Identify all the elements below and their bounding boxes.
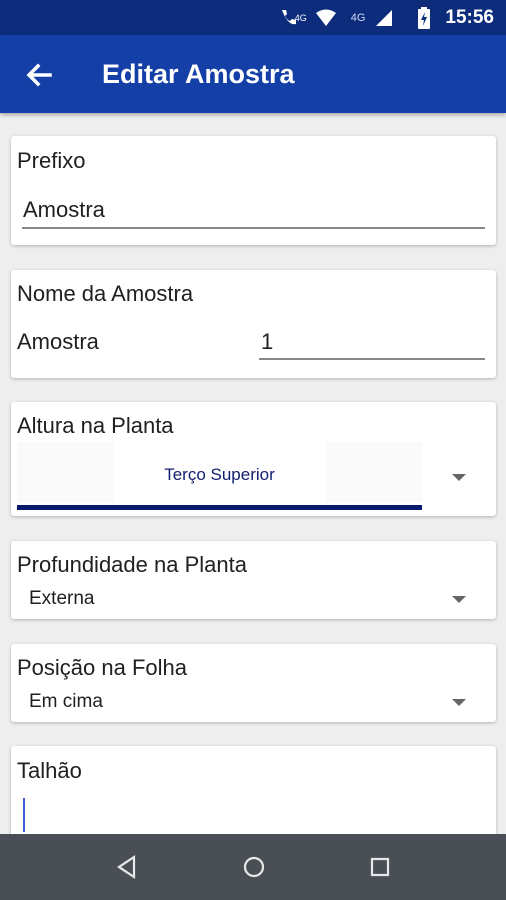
chevron-down-icon[interactable] <box>452 474 466 481</box>
network-type-label-2: 4G <box>350 11 366 24</box>
wifi-icon <box>315 7 337 29</box>
network-type-label: 4G <box>294 12 307 23</box>
sample-number-input[interactable]: 1 <box>261 329 273 355</box>
sample-number-underline <box>259 358 485 360</box>
nav-back-button[interactable] <box>112 851 144 883</box>
profundidade-label: Profundidade na Planta <box>17 552 247 577</box>
prefixo-label: Prefixo <box>17 148 86 173</box>
profundidade-selected: Externa <box>29 588 95 609</box>
altura-accent-line <box>17 505 422 510</box>
altura-card: Altura na Planta Terço Superior <box>11 402 496 516</box>
back-button[interactable] <box>22 58 56 92</box>
talhao-label: Talhão <box>17 758 82 783</box>
back-triangle-icon <box>117 854 136 880</box>
nav-recents-button[interactable] <box>364 851 396 883</box>
chevron-down-icon[interactable] <box>452 596 466 603</box>
nome-card: Nome da Amostra Amostra 1 <box>11 270 496 378</box>
recents-square-icon <box>370 857 390 877</box>
prefixo-card: Prefixo Amostra <box>11 136 496 245</box>
battery-charging-icon <box>413 6 435 29</box>
posicao-label: Posição na Folha <box>17 655 187 680</box>
system-nav-bar <box>0 834 506 900</box>
altura-label: Altura na Planta <box>17 413 174 438</box>
talhao-input[interactable] <box>23 796 483 834</box>
chevron-down-icon[interactable] <box>452 699 466 706</box>
altura-selected-text: Terço Superior <box>164 465 275 484</box>
status-time: 15:56 <box>445 6 494 28</box>
nav-home-button[interactable] <box>238 851 270 883</box>
text-cursor <box>23 798 25 832</box>
app-toolbar: Editar Amostra <box>0 35 506 113</box>
prefixo-input[interactable]: Amostra <box>23 197 105 223</box>
home-circle-icon <box>243 856 265 878</box>
page-title: Editar Amostra <box>102 59 295 89</box>
posicao-card[interactable]: Posição na Folha Em cima <box>11 644 496 722</box>
prefixo-underline <box>22 227 485 229</box>
form-scroll-area[interactable]: Prefixo Amostra Nome da Amostra Amostra … <box>0 113 506 834</box>
status-bar: 4G 4G 15:56 <box>0 0 506 35</box>
signal-icon <box>373 7 395 29</box>
talhao-card: Talhão <box>11 746 496 834</box>
posicao-selected: Em cima <box>29 691 103 712</box>
nome-prefix-text: Amostra <box>17 329 99 354</box>
arrow-back-icon <box>26 63 52 87</box>
nome-label: Nome da Amostra <box>17 281 194 306</box>
profundidade-card[interactable]: Profundidade na Planta Externa <box>11 541 496 619</box>
altura-spinner[interactable]: Terço Superior <box>17 442 422 510</box>
